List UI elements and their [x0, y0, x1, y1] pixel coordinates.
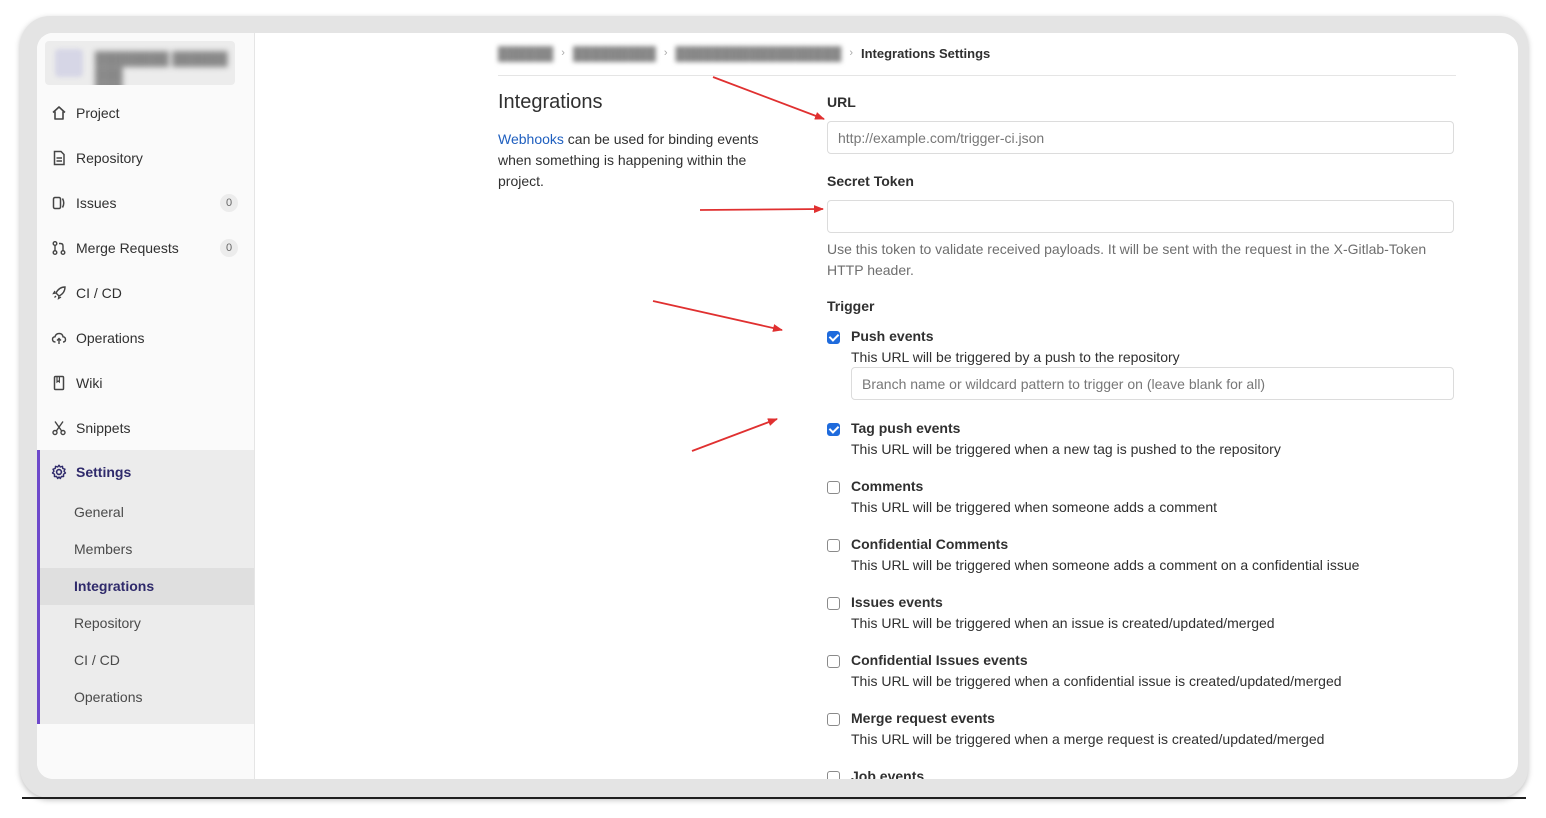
push-events-checkbox[interactable]: [827, 331, 840, 344]
settings-section: Settings General Members Integrations Re…: [37, 450, 254, 724]
sidebar-item-snippets[interactable]: Snippets: [37, 408, 254, 448]
settings-sub-ci-cd[interactable]: CI / CD: [40, 642, 254, 679]
book-icon: [50, 374, 68, 392]
webhooks-link[interactable]: Webhooks: [498, 131, 564, 147]
trigger-description: This URL will be triggered when a new ta…: [851, 441, 1281, 457]
tag-push-events-checkbox[interactable]: [827, 423, 840, 436]
trigger-label: Trigger: [827, 298, 875, 314]
secret-token-help: Use this token to validate received payl…: [827, 241, 1427, 278]
annotation-arrow-secret-token: [699, 205, 824, 214]
job-events-checkbox[interactable]: [827, 771, 840, 779]
confidential-issues-events-checkbox[interactable]: [827, 655, 840, 668]
trigger-description: This URL will be triggered when an issue…: [851, 615, 1275, 631]
settings-sub-general[interactable]: General: [40, 494, 254, 531]
breadcrumb-redacted-1[interactable]: ██████: [498, 46, 553, 61]
breadcrumb-separator: ›: [849, 47, 853, 59]
breadcrumb-current: Integrations Settings: [860, 45, 991, 61]
settings-sub-members[interactable]: Members: [40, 531, 254, 568]
breadcrumb-redacted-2[interactable]: █████████: [573, 46, 656, 61]
annotation-arrow-tag-push-events: [691, 418, 778, 452]
page-title: Integrations: [498, 91, 603, 113]
secret-token-label: Secret Token: [827, 173, 914, 189]
document-icon: [50, 149, 68, 167]
trigger-name: Issues events: [851, 594, 943, 610]
trigger-description: This URL will be triggered when someone …: [851, 499, 1217, 515]
sidebar-item-merge-requests[interactable]: Merge Requests 0: [37, 228, 254, 268]
trigger-description: This URL will be triggered by a push to …: [851, 349, 1180, 365]
trigger-description: This URL will be triggered when a merge …: [851, 731, 1325, 747]
sidebar-item-label: Project: [76, 105, 120, 121]
sidebar-item-label: Snippets: [76, 420, 131, 436]
settings-sub-repository[interactable]: Repository: [40, 605, 254, 642]
sidebar-item-repository[interactable]: Repository: [37, 138, 254, 178]
branch-filter-input[interactable]: [851, 367, 1454, 400]
trigger-name: Tag push events: [851, 420, 961, 436]
frame-bottom-line: [22, 797, 1526, 799]
annotation-arrow-url: [712, 76, 825, 120]
home-icon: [50, 104, 68, 122]
comments-checkbox[interactable]: [827, 481, 840, 494]
url-input[interactable]: [827, 121, 1454, 154]
sidebar-item-label: Wiki: [76, 375, 103, 391]
sidebar-item-label: Merge Requests: [76, 240, 179, 256]
rocket-icon: [50, 284, 68, 302]
merge-request-events-checkbox[interactable]: [827, 713, 840, 726]
sidebar-item-operations[interactable]: Operations: [37, 318, 254, 358]
confidential-comments-checkbox[interactable]: [827, 539, 840, 552]
url-label: URL: [827, 94, 856, 110]
sidebar: ████████ ██████ ██████ Project Repositor…: [37, 33, 255, 779]
trigger-name: Push events: [851, 328, 934, 344]
sidebar-item-settings[interactable]: Settings: [40, 450, 254, 494]
sidebar-item-label: Repository: [76, 150, 143, 166]
cloud-icon: [50, 329, 68, 347]
merge-request-icon: [50, 239, 68, 257]
app-window: ████████ ██████ ██████ Project Repositor…: [37, 33, 1518, 779]
trigger-description: This URL will be triggered when someone …: [851, 557, 1360, 573]
settings-sub-integrations[interactable]: Integrations: [40, 568, 254, 605]
breadcrumb-separator: ›: [663, 47, 668, 59]
sidebar-item-wiki[interactable]: Wiki: [37, 363, 254, 403]
trigger-name: Merge request events: [851, 710, 995, 726]
intro-description: Webhooks can be used for binding events …: [498, 129, 788, 192]
trigger-name: Comments: [851, 478, 924, 494]
issues-icon: [50, 194, 68, 212]
breadcrumb-divider: [498, 75, 1456, 76]
sidebar-item-project[interactable]: Project: [37, 93, 254, 133]
trigger-name: Job events: [851, 768, 925, 779]
annotation-arrow-push-events: [652, 300, 783, 332]
breadcrumb-redacted-3[interactable]: ██████████████████: [676, 46, 842, 61]
breadcrumb: ██████ › █████████ › ██████████████████ …: [498, 43, 990, 63]
sidebar-item-label: Issues: [76, 195, 117, 211]
secret-token-input[interactable]: [827, 200, 1454, 233]
project-avatar: [55, 49, 83, 77]
sidebar-item-ci-cd[interactable]: CI / CD: [37, 273, 254, 313]
breadcrumb-separator: ›: [561, 47, 565, 59]
scissors-icon: [50, 419, 68, 437]
sidebar-item-label: Settings: [76, 464, 132, 480]
sidebar-item-label: Operations: [76, 330, 145, 346]
issues-events-checkbox[interactable]: [827, 597, 840, 610]
merge-requests-count-badge: 0: [220, 239, 238, 257]
trigger-name: Confidential Issues events: [851, 652, 1028, 668]
issues-count-badge: 0: [220, 194, 238, 212]
trigger-name: Confidential Comments: [851, 536, 1009, 552]
project-name-redacted: ████████ ██████ ██████: [95, 51, 228, 85]
sidebar-item-issues[interactable]: Issues 0: [37, 183, 254, 223]
project-header[interactable]: ████████ ██████ ██████: [45, 41, 235, 85]
trigger-description: This URL will be triggered when a confid…: [851, 673, 1342, 689]
gear-icon: [50, 463, 68, 481]
settings-sub-operations[interactable]: Operations: [40, 679, 254, 716]
sidebar-item-label: CI / CD: [76, 285, 122, 301]
